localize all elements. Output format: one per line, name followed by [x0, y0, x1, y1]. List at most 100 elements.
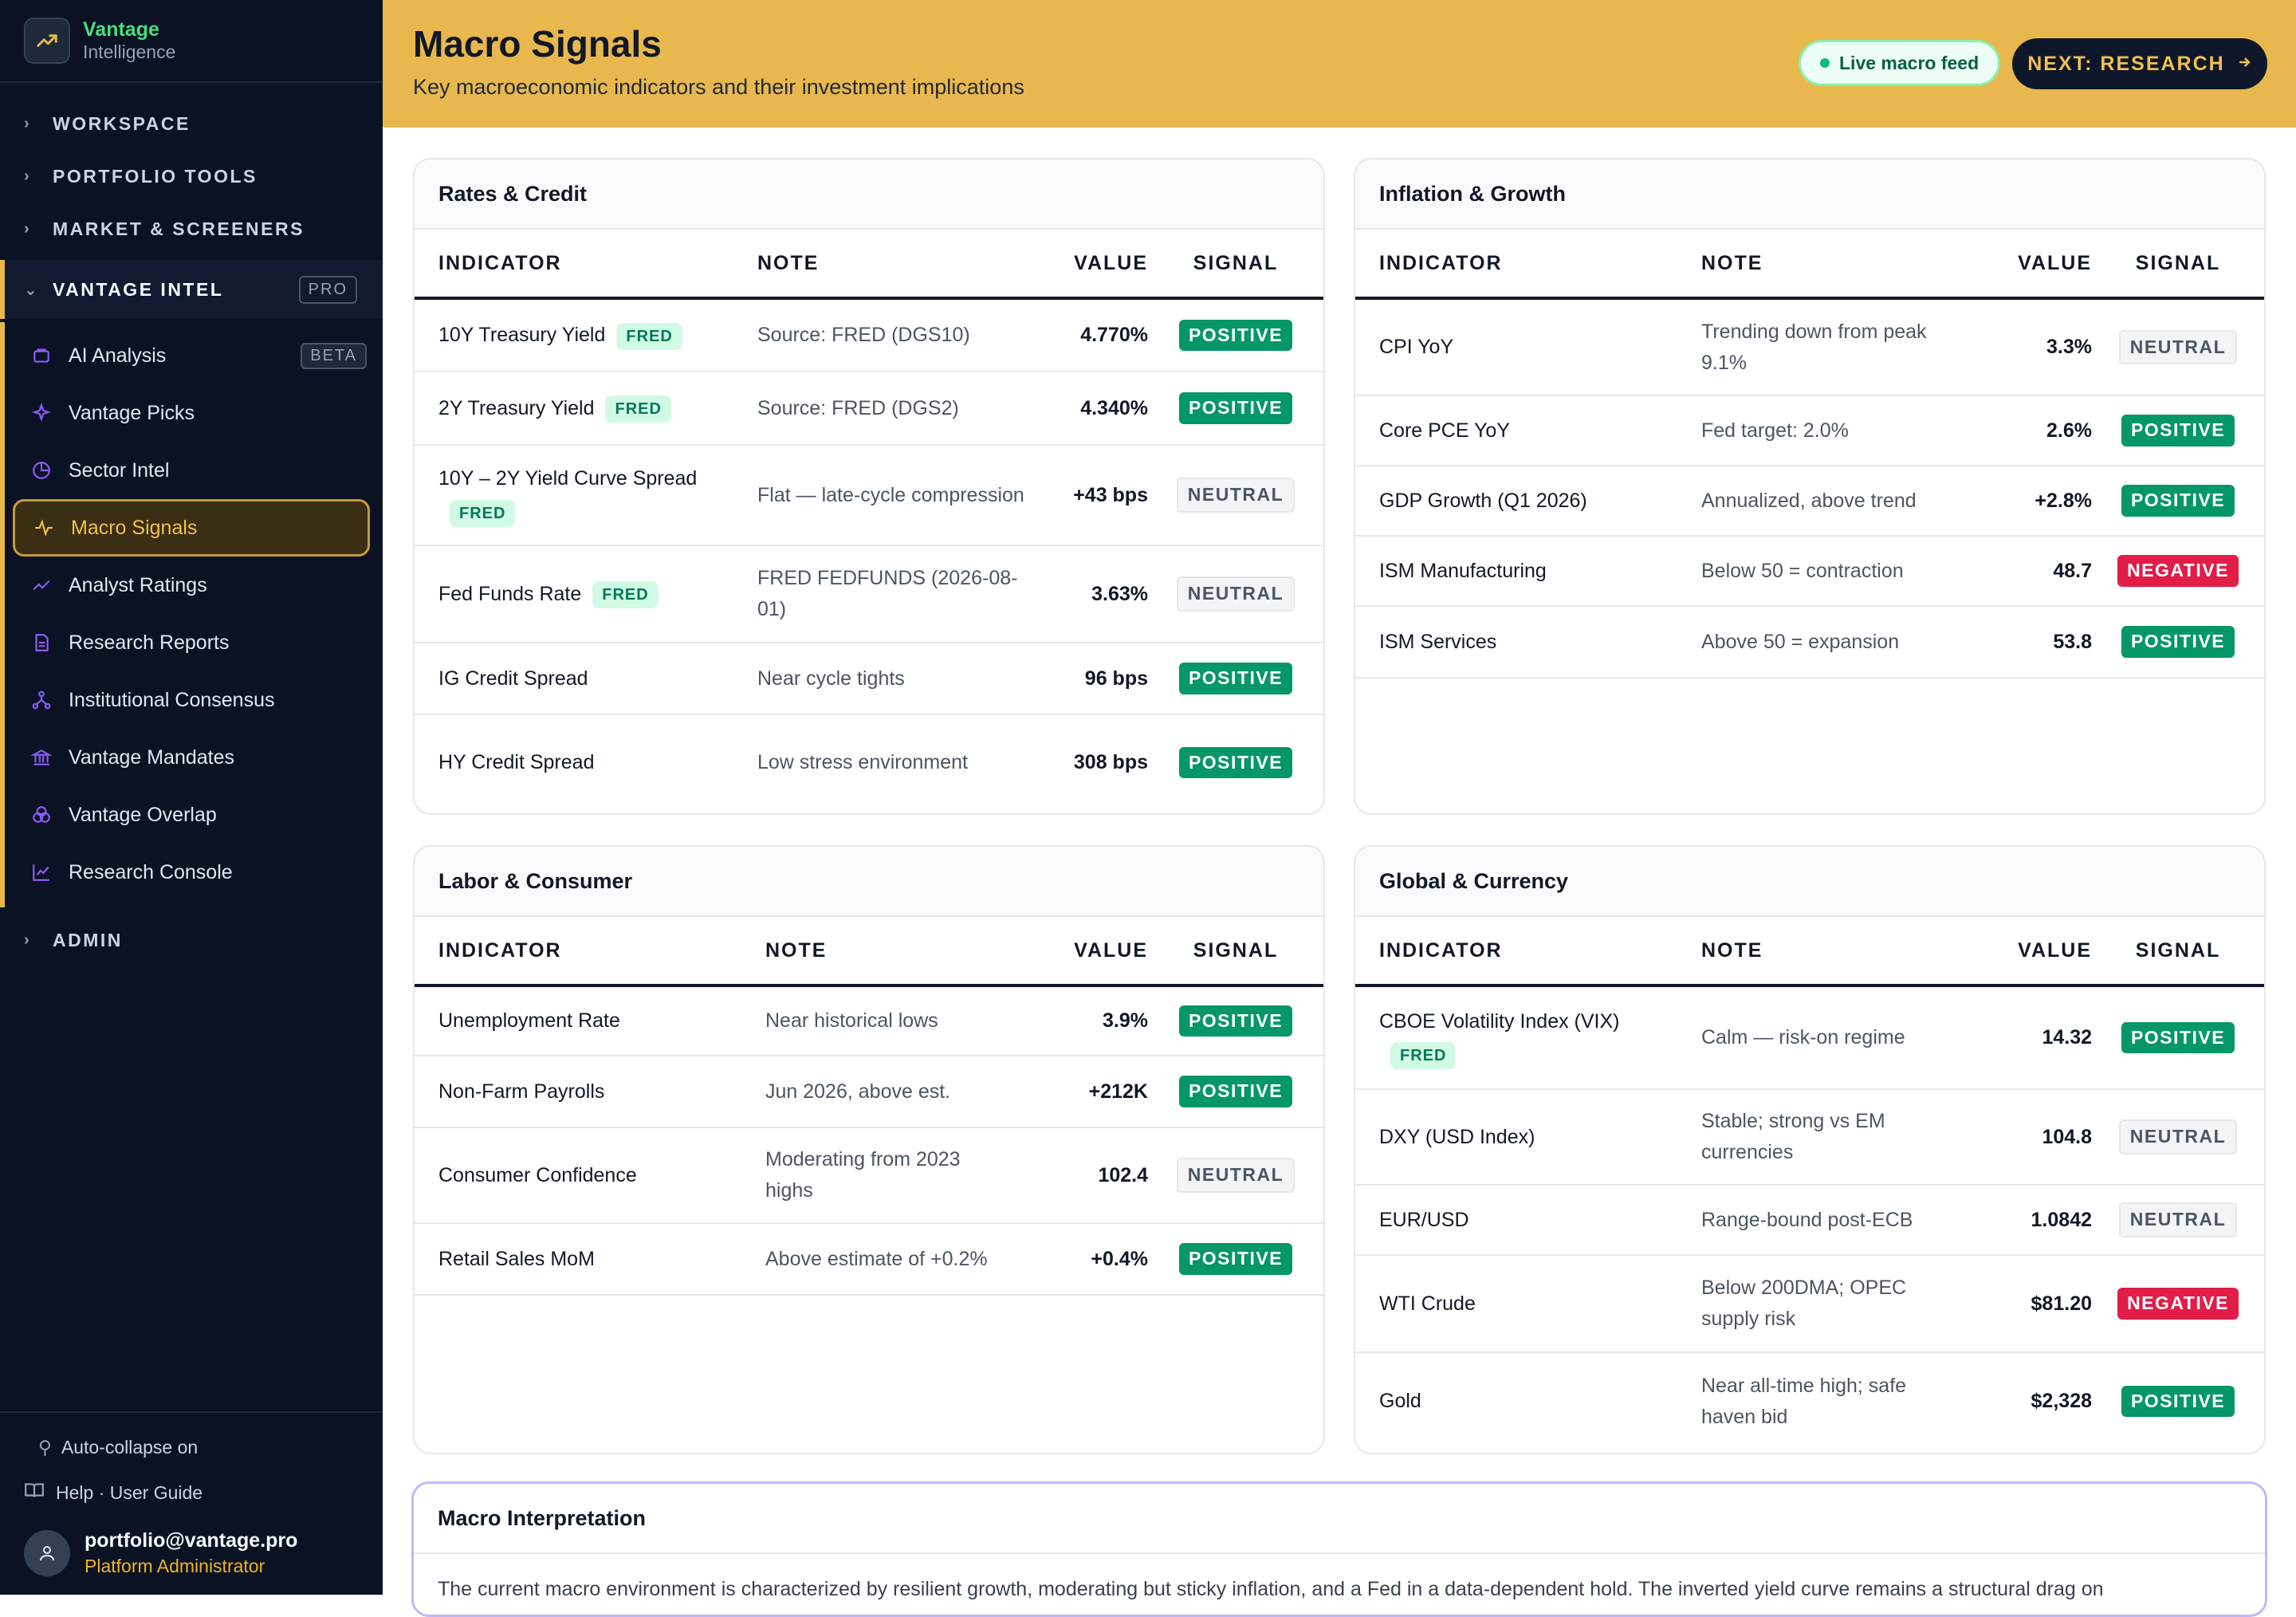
note-cell: Trending down from peak 9.1%	[1701, 298, 1988, 396]
signal-badge: POSITIVE	[1178, 663, 1293, 694]
indicator-cell: 10Y – 2Y Yield Curve Spread FRED	[415, 445, 757, 546]
indicator-cell: ISM Services	[1355, 606, 1701, 679]
fred-badge: FRED	[616, 322, 682, 350]
indicator-cell: ISM Manufacturing	[1355, 536, 1701, 607]
indicator-cell: Unemployment Rate	[415, 986, 765, 1056]
next-research-button[interactable]: NEXT: RESEARCH	[2012, 38, 2267, 89]
indicator-cell: GDP Growth (Q1 2026)	[1355, 466, 1701, 537]
indicator-cell: Fed Funds Rate FRED	[415, 545, 757, 643]
next-button-label: NEXT: RESEARCH	[2027, 52, 2225, 75]
trending-up-icon	[30, 574, 53, 596]
table-row: IG Credit Spread Near cycle tights 96 bp…	[415, 643, 1323, 715]
indicator-cell: Non-Farm Payrolls	[415, 1056, 765, 1128]
signal-cell: POSITIVE	[1148, 714, 1323, 810]
sidebar-item-vantage-picks[interactable]: Vantage Picks	[13, 384, 370, 442]
signal-cell: POSITIVE	[1148, 298, 1323, 372]
interpretation-text: The current macro environment is charact…	[438, 1578, 2104, 1600]
note-cell: Flat — late-cycle compression	[757, 445, 1044, 546]
indicator-cell: Gold	[1379, 1390, 1421, 1413]
inflation-growth-card: Inflation & Growth INDICATOR NOTE VALUE …	[1354, 158, 2266, 815]
user-email: portfolio@vantage.pro	[85, 1529, 298, 1552]
sidebar-item-analyst-ratings[interactable]: Analyst Ratings	[13, 557, 370, 614]
section-workspace[interactable]: › WORKSPACE	[0, 97, 383, 150]
signal-cell: POSITIVE	[1148, 643, 1323, 715]
signal-badge: POSITIVE	[1178, 1005, 1293, 1037]
sidebar-item-research-console[interactable]: Research Console	[13, 844, 370, 901]
col-value: VALUE	[1988, 230, 2092, 300]
global-currency-card: Global & Currency INDICATOR NOTE VALUE S…	[1354, 845, 2266, 1454]
signal-badge: POSITIVE	[1178, 1076, 1293, 1108]
help-label: Help · User Guide	[56, 1481, 203, 1503]
chevron-right-icon: ›	[24, 219, 32, 238]
table-row: Consumer Confidence Moderating from 2023…	[415, 1127, 1323, 1224]
sidebar-item-macro-signals[interactable]: Macro Signals	[13, 499, 370, 557]
signal-badge: POSITIVE	[2121, 1385, 2235, 1418]
brand-name: Vantage	[83, 18, 159, 41]
value-cell: 4.770%	[1044, 298, 1148, 372]
sidebar-item-sector-intel[interactable]: Sector Intel	[13, 442, 370, 499]
signal-cell: POSITIVE	[2092, 466, 2264, 537]
table-row: CPI YoY Trending down from peak 9.1% 3.3…	[1355, 298, 2264, 396]
sidebar-item-research-reports[interactable]: Research Reports	[13, 614, 370, 671]
value-cell: 3.63%	[1044, 545, 1148, 643]
auto-collapse-toggle[interactable]: ⚲ Auto-collapse on	[38, 1437, 198, 1458]
section-label: VANTAGE INTEL	[53, 278, 224, 300]
value-cell: 3.9%	[1044, 986, 1148, 1056]
value-cell: 53.8	[1988, 606, 2092, 679]
col-signal: SIGNAL	[2092, 917, 2264, 987]
sparkle-icon	[30, 402, 53, 424]
value-cell: 308 bps	[1044, 714, 1148, 810]
value-cell: 104.8	[1988, 1089, 2092, 1186]
section-vantage-intel[interactable]: ⌄ VANTAGE INTEL PRO	[0, 260, 383, 319]
note-cell: Below 50 = contraction	[1701, 536, 1988, 607]
signal-cell: NEUTRAL	[1148, 545, 1323, 643]
live-feed-label: Live macro feed	[1839, 52, 1980, 73]
sidebar-item-label: Macro Signals	[71, 516, 198, 539]
sidebar-item-institutional-consensus[interactable]: Institutional Consensus	[13, 671, 370, 729]
signal-badge: NEUTRAL	[1176, 1158, 1295, 1193]
signal-badge: POSITIVE	[1178, 392, 1293, 424]
indicator-cell: Core PCE YoY	[1355, 395, 1701, 466]
value-cell: +212K	[1044, 1056, 1148, 1128]
section-market-screeners[interactable]: › MARKET & SCREENERS	[0, 203, 383, 255]
note-cell: Range-bound post-ECB	[1701, 1185, 1988, 1256]
col-indicator: INDICATOR	[415, 230, 757, 300]
card-title: Global & Currency	[1355, 847, 2264, 917]
indicator-cell: HY Credit Spread	[438, 751, 595, 774]
table-row: Gold Near all-time high; safe haven bid …	[1355, 1352, 2264, 1450]
signal-badge: POSITIVE	[2121, 626, 2235, 658]
indicator-cell: Retail Sales MoM	[415, 1223, 765, 1296]
brand[interactable]: Vantage Intelligence	[0, 0, 383, 83]
col-signal: SIGNAL	[2092, 230, 2264, 300]
note-cell: Near cycle tights	[757, 643, 1044, 715]
signal-badge: NEUTRAL	[2118, 329, 2238, 365]
signal-badge: POSITIVE	[2121, 485, 2235, 517]
table-row: ISM Services Above 50 = expansion 53.8 P…	[1355, 606, 2264, 679]
signal-badge: NEGATIVE	[2117, 555, 2239, 587]
sidebar-item-vantage-overlap[interactable]: Vantage Overlap	[13, 786, 370, 844]
table-row: EUR/USD Range-bound post-ECB 1.0842 NEUT…	[1355, 1185, 2264, 1256]
section-portfolio-tools[interactable]: › PORTFOLIO TOOLS	[0, 150, 383, 203]
live-dot-icon	[1820, 58, 1830, 68]
auto-collapse-label: Auto-collapse on	[61, 1437, 199, 1458]
vantage-intel-nav: AI Analysis BETA Vantage Picks Sector In…	[0, 322, 383, 907]
signal-cell: POSITIVE	[1148, 1056, 1323, 1128]
user-profile[interactable]: portfolio@vantage.pro Platform Administr…	[24, 1529, 297, 1577]
signal-cell: POSITIVE	[2092, 395, 2264, 466]
section-admin[interactable]: › ADMIN	[0, 914, 383, 966]
help-link[interactable]: Help · User Guide	[24, 1481, 202, 1504]
sidebar-item-ai-analysis[interactable]: AI Analysis BETA	[13, 327, 370, 384]
sidebar-item-vantage-mandates[interactable]: Vantage Mandates	[13, 729, 370, 786]
book-icon	[24, 1481, 45, 1504]
section-label: PORTFOLIO TOOLS	[53, 165, 258, 187]
signal-cell: POSITIVE	[1148, 986, 1323, 1056]
labor-consumer-card: Labor & Consumer INDICATOR NOTE VALUE SI…	[413, 845, 1325, 1454]
value-cell: +43 bps	[1044, 445, 1148, 546]
sidebar-footer: ⚲ Auto-collapse on Help · User Guide por…	[0, 1411, 383, 1595]
sidebar-item-label: Vantage Mandates	[69, 746, 235, 769]
value-cell: 2.6%	[1988, 395, 2092, 466]
col-indicator: INDICATOR	[1355, 917, 1701, 987]
signal-cell: NEUTRAL	[1148, 1127, 1323, 1224]
col-note: NOTE	[1701, 917, 1988, 987]
signal-badge: POSITIVE	[1178, 746, 1293, 779]
